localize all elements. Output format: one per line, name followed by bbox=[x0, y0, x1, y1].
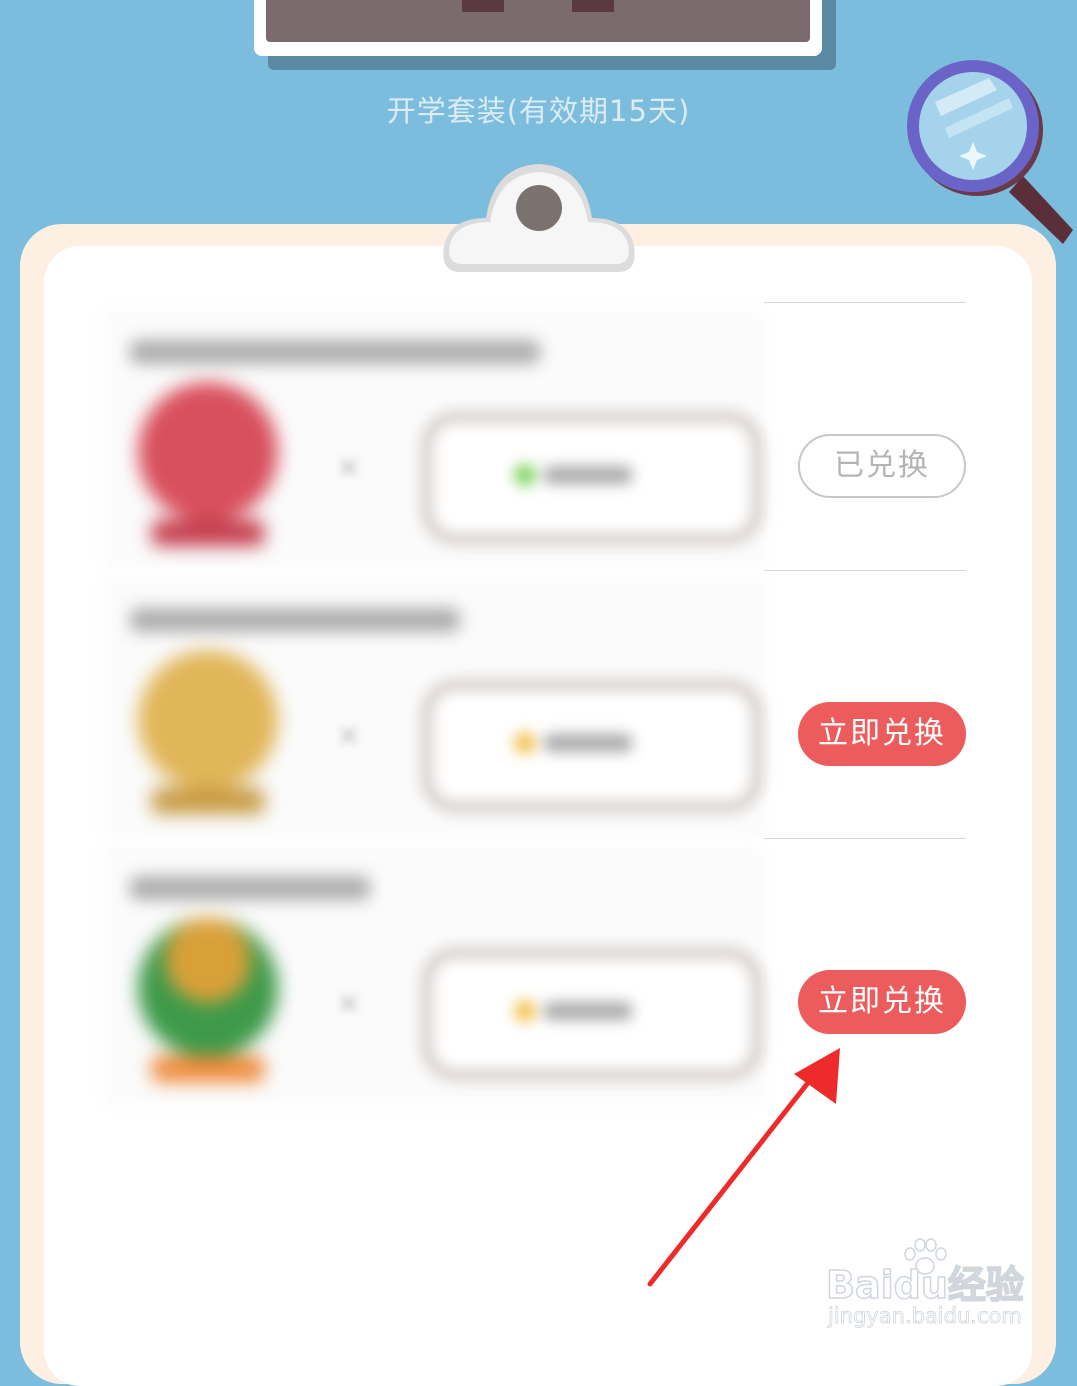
package-image bbox=[266, 0, 810, 42]
magnifier-icon bbox=[907, 60, 1073, 244]
annotation-arrow-icon bbox=[647, 1048, 840, 1287]
row-divider bbox=[764, 838, 966, 839]
reward-badge-icon bbox=[138, 918, 278, 1088]
coupon-image bbox=[422, 680, 762, 812]
watermark-url: jingyan.baidu.com bbox=[828, 1304, 1023, 1329]
multiply-icon: × bbox=[336, 986, 362, 1021]
package-image-detail bbox=[462, 0, 504, 12]
redeem-now-button[interactable]: 立即兑换 bbox=[798, 970, 966, 1034]
multiply-icon: × bbox=[336, 718, 362, 753]
reward-title-blurred bbox=[130, 608, 460, 632]
reward-row: × 已兑换 bbox=[104, 302, 966, 570]
multiply-icon: × bbox=[336, 450, 362, 485]
reward-row: × 立即兑换 bbox=[104, 570, 966, 838]
baidu-watermark: Baidu经验 jingyan.baidu.com bbox=[825, 1236, 1046, 1332]
row-divider bbox=[764, 302, 966, 303]
reward-title-blurred bbox=[130, 340, 540, 364]
clipboard-clip-icon bbox=[443, 164, 635, 272]
row-divider bbox=[764, 570, 966, 571]
redeemed-button[interactable]: 已兑换 bbox=[798, 434, 966, 498]
redeem-now-button[interactable]: 立即兑换 bbox=[798, 702, 966, 766]
reward-title-blurred bbox=[130, 876, 370, 900]
reward-badge-icon bbox=[138, 382, 278, 552]
watermark-title: Baidu经验 bbox=[825, 1262, 1024, 1308]
package-image-detail bbox=[572, 0, 614, 12]
reward-badge-icon bbox=[138, 650, 278, 820]
coupon-image bbox=[422, 412, 762, 544]
